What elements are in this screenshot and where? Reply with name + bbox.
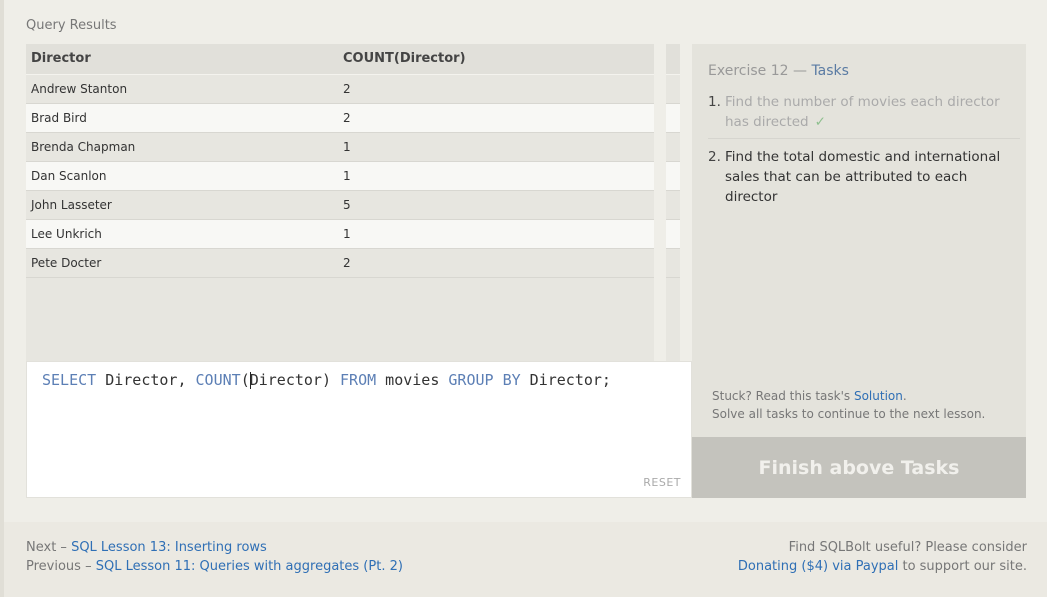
cell-director: Brenda Chapman (26, 132, 338, 162)
sql-code[interactable]: SELECT Director, COUNT(Director) FROM mo… (42, 371, 611, 389)
tasks-header: Exercise 12 — Tasks (708, 63, 849, 79)
cell-count: 1 (338, 219, 680, 249)
previous-lesson-link[interactable]: SQL Lesson 11: Queries with aggregates (… (96, 559, 403, 574)
task-content: Find the number of movies each director … (725, 92, 1020, 132)
next-prefix: Next – (26, 540, 72, 555)
task-item-2: 2. Find the total domestic and internati… (708, 147, 1020, 213)
code-arg: Director (249, 371, 322, 389)
donation-note: Find SQLBolt useful? Please consider Don… (738, 538, 1027, 576)
column-header-director: Director (26, 44, 338, 75)
cell-count: 2 (338, 74, 680, 104)
tasks-label: Tasks (811, 63, 849, 79)
cell-count: 5 (338, 190, 680, 220)
table-row: John Lasseter 5 (26, 190, 680, 220)
keyword-by: BY (502, 371, 521, 389)
table-row: Brad Bird 2 (26, 103, 680, 133)
help-text: Stuck? Read this task's Solution. Solve … (712, 387, 985, 423)
task-text: Find the number of movies each director … (725, 94, 1000, 130)
stuck-prefix: Stuck? Read this task's (712, 389, 854, 403)
results-title: Query Results (26, 18, 117, 33)
cell-director: Dan Scanlon (26, 161, 338, 191)
header-row: Director COUNT(Director) (26, 44, 680, 75)
code-table: movies (376, 371, 449, 389)
task-text: Find the total domestic and internationa… (725, 149, 1001, 205)
solve-all-text: Solve all tasks to continue to the next … (712, 407, 986, 421)
previous-prefix: Previous – (26, 559, 96, 574)
column-header-count: COUNT(Director) (338, 44, 680, 75)
header-separator: — (788, 63, 812, 79)
previous-lesson: Previous – SQL Lesson 11: Queries with a… (26, 557, 403, 576)
cell-director: Brad Bird (26, 103, 338, 133)
table-row: Brenda Chapman 1 (26, 132, 680, 162)
task-number: 2. (708, 149, 721, 165)
finish-tasks-button[interactable]: Finish above Tasks (692, 437, 1026, 498)
useful-text: Find SQLBolt useful? Please consider (788, 540, 1027, 555)
stuck-line: Stuck? Read this task's Solution. (712, 387, 985, 405)
exercise-label: Exercise 12 (708, 63, 789, 79)
reset-button[interactable]: RESET (643, 476, 681, 489)
code-tail: Director; (520, 371, 611, 389)
sql-editor[interactable]: SELECT Director, COUNT(Director) FROM mo… (26, 361, 692, 498)
cell-count: 2 (338, 248, 680, 278)
results-table-container: Director COUNT(Director) Andrew Stanton … (26, 44, 680, 361)
task-list: 1. Find the number of movies each direct… (708, 92, 1020, 213)
task-item-1: 1. Find the number of movies each direct… (708, 92, 1020, 139)
cell-count: 2 (338, 103, 680, 133)
table-row: Dan Scanlon 1 (26, 161, 680, 191)
cell-director: Pete Docter (26, 248, 338, 278)
stuck-suffix: . (902, 389, 907, 403)
support-text: to support our site. (898, 559, 1027, 574)
solution-link[interactable]: Solution (854, 389, 903, 403)
table-row: Pete Docter 2 (26, 248, 680, 278)
tasks-panel: Exercise 12 — Tasks 1. Find the number o… (692, 44, 1026, 437)
results-table: Director COUNT(Director) Andrew Stanton … (26, 44, 680, 278)
cell-count: 1 (338, 161, 680, 191)
donate-line: Donating ($4) via Paypal to support our … (738, 557, 1027, 576)
keyword-group: GROUP (448, 371, 494, 389)
cell-director: Andrew Stanton (26, 74, 338, 104)
keyword-select: SELECT (42, 371, 97, 389)
task-number: 1. (708, 94, 721, 110)
cell-director: John Lasseter (26, 190, 338, 220)
next-lesson: Next – SQL Lesson 13: Inserting rows (26, 538, 403, 557)
code-paren-close: ) (321, 371, 331, 389)
lesson-navigation: Next – SQL Lesson 13: Inserting rows Pre… (26, 538, 403, 576)
table-row: Andrew Stanton 2 (26, 74, 680, 104)
next-lesson-link[interactable]: SQL Lesson 13: Inserting rows (71, 540, 267, 555)
table-row: Lee Unkrich 1 (26, 219, 680, 249)
checkmark-icon: ✓ (814, 114, 826, 130)
cell-director: Lee Unkrich (26, 219, 338, 249)
cell-count: 1 (338, 132, 680, 162)
donate-link[interactable]: Donating ($4) via Paypal (738, 559, 898, 574)
code-paren-open: ( (240, 371, 250, 389)
keyword-from: FROM (340, 371, 377, 389)
function-count: COUNT (195, 371, 241, 389)
code-text: Director, (96, 371, 196, 389)
results-scrollbar[interactable] (654, 44, 666, 361)
